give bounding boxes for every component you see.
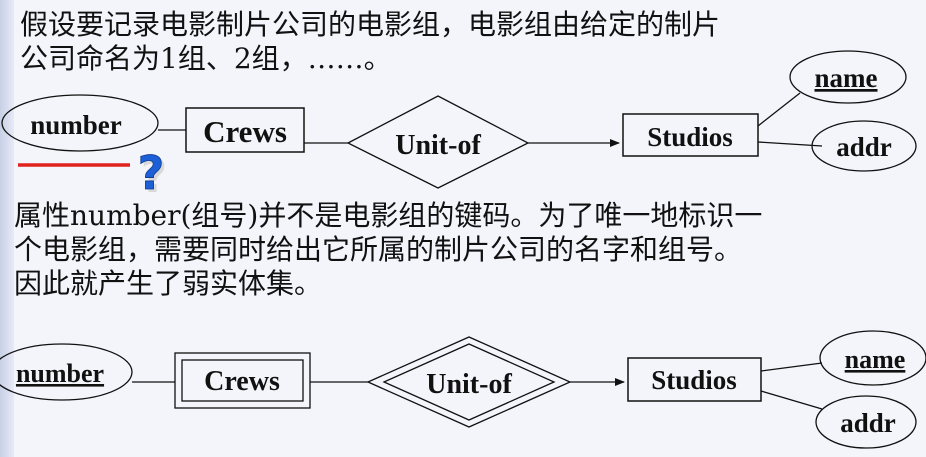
entity-studios-label: Studios bbox=[651, 365, 737, 395]
identifying-relationship-label: Unit-of bbox=[426, 369, 512, 400]
attr-addr-label: addr bbox=[840, 408, 896, 438]
attr-name-label: name bbox=[845, 345, 906, 374]
er-diagrams: number Crews Unit-of Studios name addr ?… bbox=[0, 50, 926, 449]
entity-crews-label: Crews bbox=[203, 114, 287, 149]
er-diagram-1: number Crews Unit-of Studios name addr ?… bbox=[1, 50, 917, 203]
relationship-unit-of-label: Unit-of bbox=[395, 130, 481, 161]
attr-name-label: name bbox=[815, 63, 878, 93]
connector-studios-name bbox=[757, 92, 801, 127]
connector-studios-addr bbox=[760, 390, 823, 410]
entity-studios-label: Studios bbox=[647, 122, 733, 152]
attr-addr-label: addr bbox=[836, 132, 892, 162]
connector-studios-name bbox=[760, 362, 823, 372]
attr-number-label: number bbox=[16, 359, 104, 388]
er-diagram-2: number Crews Unit-of Studios name addr bbox=[0, 330, 926, 449]
question-mark-icon: ? bbox=[138, 146, 165, 200]
attr-number-label: number bbox=[30, 110, 122, 140]
slide: 假设要记录电影制片公司的电影组，电影组由给定的制片 公司命名为1组、2组，……。… bbox=[0, 0, 926, 457]
weak-entity-crews-label: Crews bbox=[204, 366, 280, 397]
